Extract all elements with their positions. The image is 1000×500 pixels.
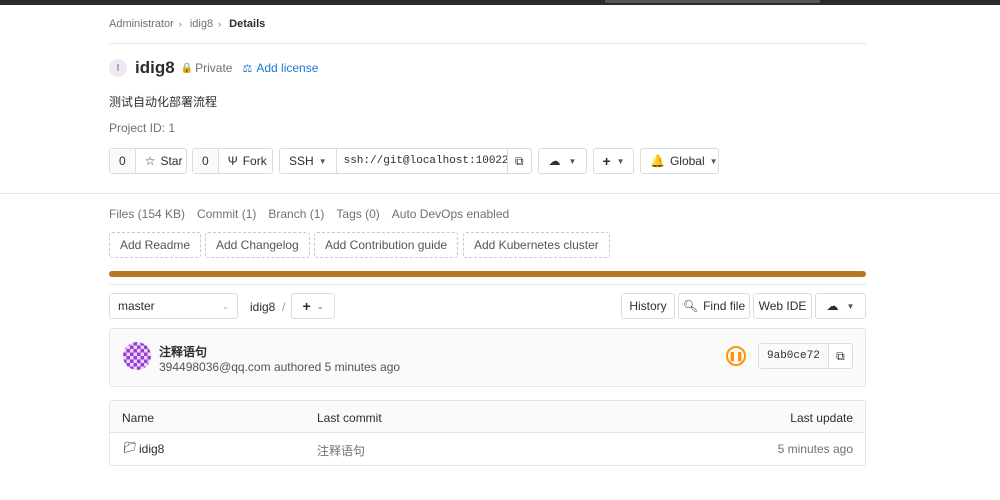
stat-branches[interactable]: Branch (1): [268, 207, 324, 221]
commit-sha-group: 9ab0ce72 ⧉: [758, 343, 853, 369]
history-button[interactable]: History: [621, 293, 675, 319]
fork-button[interactable]: 0 Ψ Fork: [192, 148, 273, 174]
protocol-dropdown[interactable]: SSH ▼: [280, 149, 337, 173]
protocol-label: SSH: [289, 154, 314, 168]
find-file-button[interactable]: 🔍︎ Find file: [678, 293, 750, 319]
breadcrumb-item[interactable]: idig8: [190, 18, 213, 30]
file-table: Name Last commit Last update 📁︎ idig8 注释…: [109, 400, 866, 466]
row-updated: 5 minutes ago: [777, 442, 853, 456]
clone-group: SSH ▼ ssh://git@localhost:10022/ ⧉: [279, 148, 532, 174]
star-label: Star: [160, 154, 183, 168]
table-header: Name Last commit Last update: [110, 401, 865, 433]
header-last-update: Last update: [790, 411, 853, 425]
breadcrumb-current[interactable]: Details: [229, 18, 265, 30]
branch-select[interactable]: master ⌄: [109, 293, 238, 319]
breadcrumb: Administrator › idig8 › Details: [109, 18, 266, 30]
row-commit[interactable]: 注释语句: [317, 442, 365, 459]
copy-url-icon[interactable]: ⧉: [506, 149, 531, 173]
header-last-commit: Last commit: [317, 411, 382, 425]
table-row[interactable]: 📁︎ idig8 注释语句 5 minutes ago: [110, 433, 865, 465]
folder-icon: 📁︎: [123, 442, 137, 454]
plus-icon: +: [302, 298, 311, 314]
clone-url-input[interactable]: ssh://git@localhost:10022/: [337, 155, 507, 167]
add-file-dropdown[interactable]: + ⌄: [291, 293, 335, 319]
web-ide-button[interactable]: Web IDE: [753, 293, 812, 319]
fork-label: Fork: [242, 154, 267, 168]
fork-count: 0: [193, 149, 219, 173]
chevron-down-icon: ⌄: [222, 301, 229, 311]
license-icon: ⚖: [242, 62, 253, 75]
repo-path[interactable]: idig8: [250, 300, 275, 314]
project-description: 测试自动化部署流程: [109, 95, 218, 109]
row-name[interactable]: idig8: [139, 442, 164, 456]
pipeline-status-icon[interactable]: ❚❚: [726, 346, 746, 366]
project-stats: Files (154 KB) Commit (1) Branch (1) Tag…: [109, 207, 521, 221]
visibility-label: Private: [195, 61, 233, 75]
star-count: 0: [110, 149, 136, 173]
add-contribution-button[interactable]: Add Contribution guide: [314, 232, 459, 258]
project-header: I idig8 🔒 Private ⚖ Add license: [109, 58, 318, 78]
last-commit-panel: 注释语句 394498036@qq.com authored 5 minutes…: [109, 328, 866, 387]
stat-tags[interactable]: Tags (0): [336, 207, 379, 221]
author-avatar: [123, 342, 151, 370]
add-readme-button[interactable]: Add Readme: [109, 232, 202, 258]
stat-commits[interactable]: Commit (1): [197, 207, 256, 221]
project-id: Project ID: 1: [109, 121, 176, 135]
commit-title[interactable]: 注释语句: [159, 343, 207, 360]
stat-files[interactable]: Files (154 KB): [109, 207, 185, 221]
lock-icon: 🔒: [180, 62, 194, 74]
download-dropdown[interactable]: ☁ ▼: [815, 293, 866, 319]
fork-icon: Ψ: [227, 154, 238, 168]
branch-label: master: [118, 299, 155, 313]
commit-author[interactable]: 394498036@qq.com: [159, 360, 271, 374]
bell-icon: 🔔: [650, 154, 665, 168]
path-separator: /: [282, 300, 286, 314]
project-avatar: I: [109, 59, 127, 77]
copy-sha-icon[interactable]: ⧉: [829, 349, 852, 364]
header-name: Name: [122, 411, 155, 425]
search-box[interactable]: [605, 0, 820, 3]
commit-sha[interactable]: 9ab0ce72: [759, 344, 829, 368]
star-button[interactable]: 0 ☆ Star: [109, 148, 187, 174]
download-icon: ☁: [826, 299, 839, 313]
plus-icon: +: [602, 153, 611, 169]
notification-dropdown[interactable]: 🔔 Global ▼: [640, 148, 719, 174]
notification-label: Global: [669, 154, 705, 168]
download-icon: ☁: [548, 154, 561, 168]
add-dropdown[interactable]: + ▼: [593, 148, 634, 174]
add-changelog-button[interactable]: Add Changelog: [205, 232, 310, 258]
storage-progress-bar: [109, 271, 866, 277]
search-icon: 🔍︎: [682, 299, 699, 313]
top-bar: [0, 0, 1000, 5]
commit-meta: authored 5 minutes ago: [273, 360, 401, 374]
stat-autodevops[interactable]: Auto DevOps enabled: [392, 207, 509, 221]
download-dropdown[interactable]: ☁ ▼: [538, 148, 587, 174]
add-kubernetes-button[interactable]: Add Kubernetes cluster: [463, 232, 610, 258]
project-name: idig8: [135, 58, 175, 77]
breadcrumb-item[interactable]: Administrator: [109, 18, 174, 30]
chevron-down-icon: ⌄: [316, 301, 324, 311]
star-icon: ☆: [144, 154, 156, 168]
find-file-label: Find file: [703, 299, 746, 313]
add-license-link[interactable]: Add license: [256, 61, 318, 75]
